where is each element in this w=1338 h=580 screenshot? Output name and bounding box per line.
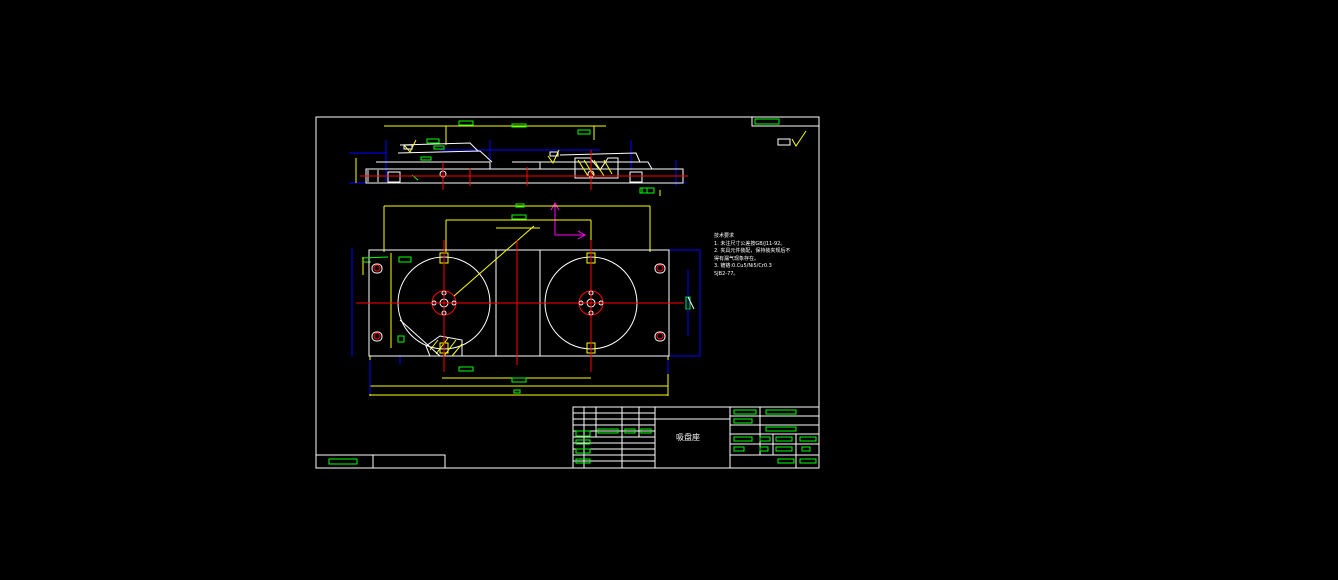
technical-requirements: 技术要求 1. 未注尺寸公差按GB/J11-92。 2. 夹具元件装配，保持装夹… — [714, 233, 790, 278]
notes-heading: 技术要求 — [714, 233, 735, 239]
note-line: 得有漏气现象存在。 — [714, 255, 760, 262]
note-line: 5JB2-77。 — [714, 270, 739, 277]
drawing-canvas[interactable] — [0, 0, 1338, 576]
note-line: 2. 夹具元件装配，保持装夹规后不 — [714, 248, 791, 254]
part-name: 吸盘座 — [676, 433, 700, 442]
note-line: 1. 未注尺寸公差按GB/J11-92。 — [714, 240, 786, 247]
cad-viewport[interactable]: 吸盘座 技术要求 1. 未注尺寸公差按GB/J11-92。 2. 夹具元件装配，… — [0, 0, 1338, 576]
note-line: 3. 镀铬:0.Cu5/Ni5/Cr0.3 — [714, 263, 772, 269]
